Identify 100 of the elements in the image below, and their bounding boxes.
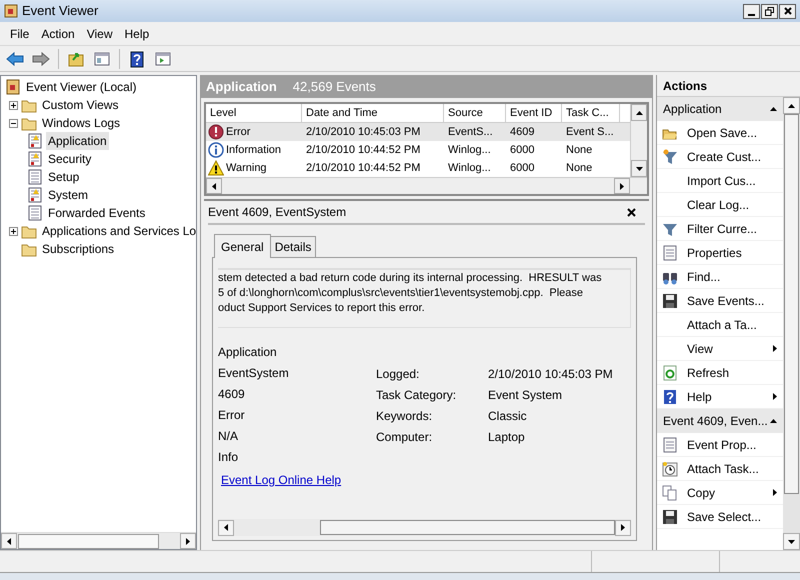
- log-icon: [27, 151, 43, 167]
- log-name: Application: [206, 78, 277, 96]
- submenu-arrow-icon: [773, 393, 777, 400]
- table-cell-text: Error: [226, 124, 250, 140]
- menu-item[interactable]: View: [80, 24, 118, 44]
- tree-item[interactable]: Forwarded Events: [46, 204, 148, 222]
- forward-arrow-icon: [32, 50, 50, 68]
- event-title: Event 4609, EventSystem: [208, 204, 346, 221]
- menu-item[interactable]: File: [4, 24, 36, 44]
- horizontal-scrollbar[interactable]: [218, 519, 631, 536]
- help-icon: [128, 50, 146, 68]
- field-value: N/A: [218, 428, 240, 445]
- field-value: Application: [218, 344, 278, 361]
- properties-icon: [662, 436, 678, 452]
- section-title: Event 4609, Even...: [663, 413, 768, 430]
- tab[interactable]: General: [214, 234, 271, 258]
- section-title: Application: [663, 101, 722, 118]
- field-label: Computer:: [376, 428, 434, 446]
- pane-command[interactable]: Find...: [657, 265, 783, 289]
- column-header[interactable]: Level: [206, 104, 302, 122]
- table-cell-text: 6000: [509, 160, 536, 176]
- copy-icon: [662, 484, 678, 500]
- table-cell-text: Winlog...: [447, 142, 492, 158]
- close-icon: [626, 208, 636, 216]
- properties-icon: [662, 244, 678, 260]
- field-value: Error: [218, 407, 246, 424]
- restore-button[interactable]: [761, 4, 778, 18]
- pane-command[interactable]: Copy: [657, 481, 783, 505]
- field-label: Keywords:: [376, 408, 434, 424]
- scroll-right-icon: [186, 538, 190, 544]
- vertical-scrollbar[interactable]: [630, 104, 647, 177]
- action-label: Properties: [687, 244, 743, 262]
- column-header[interactable]: Date and Time: [302, 104, 444, 122]
- scroll-left-icon: [7, 538, 11, 544]
- pane-command[interactable]: Save Events...: [657, 289, 783, 313]
- menu-item[interactable]: Help: [118, 24, 156, 44]
- tree-item[interactable]: Setup: [46, 168, 82, 186]
- tab[interactable]: Details: [270, 236, 316, 257]
- tree-item[interactable]: Event Viewer (Local): [24, 78, 138, 96]
- action-label: Filter Curre...: [687, 220, 758, 238]
- close-icon: [784, 7, 792, 15]
- submenu-arrow-icon: [773, 345, 777, 352]
- table-cell-text: None: [565, 160, 594, 176]
- expander[interactable]: [9, 226, 18, 236]
- tree-item[interactable]: Windows Logs: [40, 114, 122, 132]
- back-arrow-icon: [6, 50, 24, 68]
- horizontal-scrollbar[interactable]: [206, 177, 647, 194]
- log-icon: [27, 133, 43, 149]
- pane-command[interactable]: Event Prop...: [657, 433, 783, 457]
- close-button[interactable]: [779, 4, 796, 18]
- event-count: 42,569 Events: [292, 78, 376, 96]
- action-label: Import Cus...: [687, 172, 757, 190]
- column-header[interactable]: Event ID: [506, 104, 562, 122]
- table-cell-text: Warning: [226, 160, 267, 176]
- vertical-scrollbar[interactable]: [783, 97, 800, 550]
- action-label: Event Prop...: [687, 436, 758, 454]
- plus-icon: [10, 102, 17, 108]
- field-label: Logged:: [376, 366, 420, 382]
- close-button[interactable]: [625, 206, 637, 218]
- scroll-down-icon: [788, 540, 795, 544]
- plus-icon: [10, 228, 17, 234]
- field-value: EventSystem: [218, 365, 290, 382]
- pane-command[interactable]: Properties: [657, 241, 783, 265]
- panel-icon: [154, 50, 172, 68]
- expander[interactable]: [9, 118, 18, 128]
- menu-item[interactable]: Action: [35, 24, 81, 44]
- action-label: Help: [687, 388, 713, 406]
- horizontal-scrollbar[interactable]: [1, 532, 196, 549]
- event-log-icon: [4, 4, 18, 18]
- action-label: Find...: [687, 268, 722, 286]
- minimize-button[interactable]: [743, 4, 760, 18]
- scroll-down-icon: [636, 166, 642, 170]
- field-value: Event System: [488, 386, 562, 404]
- pane-command[interactable]: Attach Task...: [657, 457, 783, 481]
- column-header[interactable]: Source: [444, 104, 506, 122]
- tree-item[interactable]: System: [46, 186, 90, 204]
- description-text: stem detected a bad return code during its internal processing. HRESULT was: [218, 271, 603, 286]
- document-icon: [27, 169, 43, 185]
- section-header[interactable]: Application: [657, 97, 783, 121]
- minimize-icon: [748, 14, 755, 16]
- pane-command[interactable]: Open Save...: [657, 121, 783, 145]
- online-help-link[interactable]: Event Log Online Help: [221, 471, 342, 489]
- column-header[interactable]: Task C...: [562, 104, 620, 122]
- expander[interactable]: [9, 100, 18, 110]
- tree-item[interactable]: Subscriptions: [40, 240, 116, 258]
- scroll-left-icon: [224, 524, 228, 531]
- submenu-arrow-icon: [773, 489, 777, 496]
- table-row[interactable]: Error 2/10/2010 10:45:03 PM EventS... 4609 Event S...: [206, 123, 630, 141]
- tree-item[interactable]: Custom Views: [40, 96, 120, 114]
- field-value: 4609: [218, 386, 246, 403]
- tree-item[interactable]: Security: [46, 150, 94, 168]
- pane-command[interactable]: Refresh: [657, 361, 783, 385]
- event-log-icon: [5, 79, 21, 95]
- scroll-up-icon: [636, 110, 642, 114]
- tree-item[interactable]: Application: [46, 132, 109, 150]
- tree-item[interactable]: Applications and Services Lo: [40, 222, 198, 240]
- action-label: Save Events...: [687, 292, 766, 310]
- action-label: Save Select...: [687, 508, 762, 526]
- section-header[interactable]: Event 4609, Even...: [657, 409, 783, 433]
- pane-command[interactable]: Save Select...: [657, 505, 783, 529]
